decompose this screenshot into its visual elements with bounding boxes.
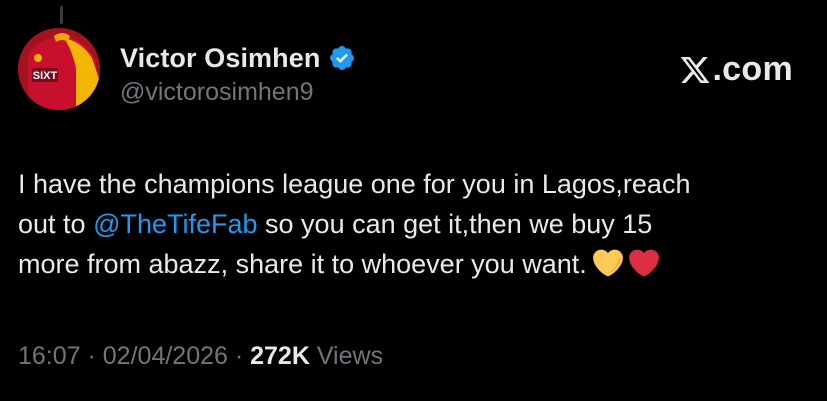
tweet-text-line-3: more from abazz, share it to whoever you… xyxy=(18,244,808,284)
tweet-header: Victor Osimhen @victorosimhen9 xyxy=(120,40,356,107)
meta-separator-1: · xyxy=(80,342,103,370)
svg-text:SIXT: SIXT xyxy=(33,70,58,82)
post-date[interactable]: 02/04/2026 xyxy=(103,342,228,370)
tweet-text-line-3-body: more from abazz, share it to whoever you… xyxy=(18,249,587,279)
tweet-text-line-2-prefix: out to xyxy=(18,209,94,239)
display-name[interactable]: Victor Osimhen xyxy=(120,43,320,74)
tweet-metadata: 16:07 · 02/04/2026 · 272K Views xyxy=(18,342,383,371)
views-label: Views xyxy=(309,342,384,370)
mention-link[interactable]: @TheTifeFab xyxy=(93,209,257,239)
thread-connector-line xyxy=(60,6,63,24)
x-com-watermark: .com xyxy=(679,50,793,89)
yellow-heart-icon xyxy=(592,249,623,277)
views-count: 272K xyxy=(250,342,310,370)
avatar[interactable]: SIXT xyxy=(18,28,100,110)
author-handle[interactable]: @victorosimhen9 xyxy=(120,78,356,107)
name-row: Victor Osimhen xyxy=(120,40,356,76)
tweet-text: I have the champions league one for you … xyxy=(18,164,808,284)
verified-badge-icon xyxy=(330,46,355,70)
jersey-avatar-icon: SIXT xyxy=(18,28,100,110)
brand-domain-label: .com xyxy=(712,50,793,88)
tweet-text-line-1: I have the champions league one for you … xyxy=(18,169,691,199)
x-logo-icon xyxy=(681,56,710,83)
tweet-text-line-2: out to @TheTifeFab so you can get it,the… xyxy=(18,204,808,244)
red-heart-icon xyxy=(628,249,659,277)
tweet-text-line-2-suffix: so you can get it,then we buy 15 xyxy=(257,209,653,239)
meta-separator-2: · xyxy=(227,342,251,370)
post-time[interactable]: 16:07 xyxy=(18,342,81,370)
